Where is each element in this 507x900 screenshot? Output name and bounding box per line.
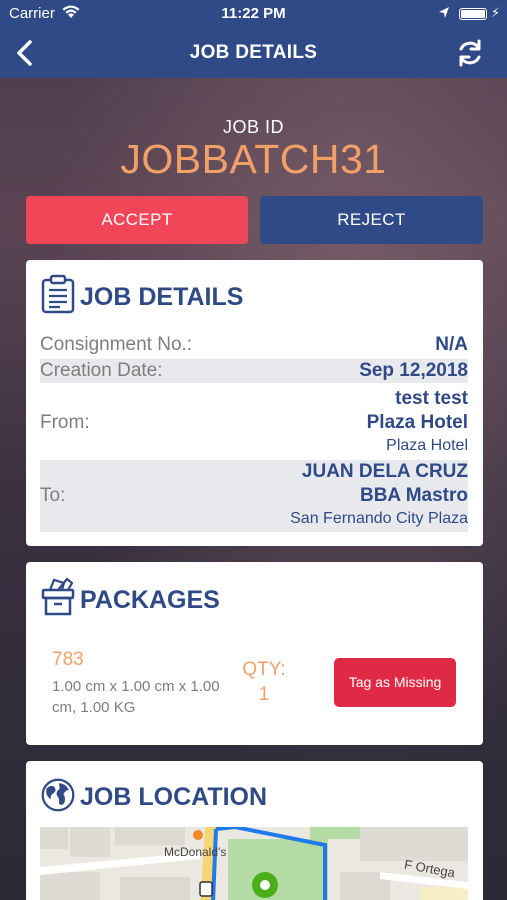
reject-button[interactable]: REJECT [260, 196, 483, 244]
status-time: 11:22 PM [221, 5, 286, 22]
package-id: 783 [52, 649, 84, 670]
job-id-label: JOB ID [222, 117, 284, 137]
creation-date-label: Creation Date: [40, 360, 163, 381]
qty-label: QTY: [242, 659, 286, 680]
package-dimensions: 1.00 cm x 1.00 cm x 1.00 cm, 1.00 KG [52, 678, 220, 716]
to-name: JUAN DELA CRUZ [301, 461, 468, 482]
accept-button[interactable]: ACCEPT [26, 196, 248, 244]
tag-as-missing-button[interactable]: Tag as Missing [334, 658, 456, 707]
from-row: From: test test Plaza Hotel Plaza Hotel [40, 386, 468, 460]
consignment-row: Consignment No.: N/A [40, 334, 468, 358]
from-name: test test [395, 388, 468, 409]
clipboard-icon [41, 274, 75, 314]
creation-date-value: Sep 12,2018 [359, 360, 468, 381]
to-row: To: JUAN DELA CRUZ BBA Mastro San Fernan… [40, 460, 468, 532]
battery-icon [459, 8, 487, 20]
refresh-icon[interactable] [455, 38, 485, 68]
to-label: To: [40, 485, 66, 506]
packages-title: PACKAGES [80, 586, 220, 614]
status-bar: Carrier 11:22 PM ⚡ [0, 0, 507, 28]
creation-date-row: Creation Date: Sep 12,2018 [40, 359, 468, 383]
from-label: From: [40, 412, 90, 433]
job-location-title: JOB LOCATION [80, 783, 268, 811]
job-details-card: JOB DETAILS Consignment No.: N/A Creatio… [26, 260, 483, 546]
map-view[interactable]: McDonald's F Ortega [40, 827, 468, 900]
to-place: BBA Mastro [359, 485, 468, 506]
from-place: Plaza Hotel [366, 412, 468, 433]
nav-bar: JOB DETAILS [0, 28, 507, 78]
package-box-icon [41, 577, 75, 616]
job-location-card: JOB LOCATION McDonald's F Ortega [26, 761, 483, 900]
from-address: Plaza Hotel [386, 437, 468, 454]
globe-icon [41, 778, 75, 812]
job-details-title: JOB DETAILS [80, 283, 244, 311]
to-address: San Fernando City Plaza [290, 510, 468, 527]
consignment-value: N/A [435, 334, 468, 355]
charging-icon: ⚡ [491, 5, 501, 20]
map-poi-label: McDonald's [164, 845, 227, 859]
consignment-label: Consignment No.: [40, 334, 193, 355]
packages-card: PACKAGES 783 1.00 cm x 1.00 cm x 1.00 cm… [26, 562, 483, 745]
location-arrow-icon [439, 7, 449, 18]
qty-value: 1 [258, 684, 270, 705]
job-id-value: JOBBATCH31 [120, 136, 387, 182]
page-title: JOB DETAILS [189, 42, 318, 63]
